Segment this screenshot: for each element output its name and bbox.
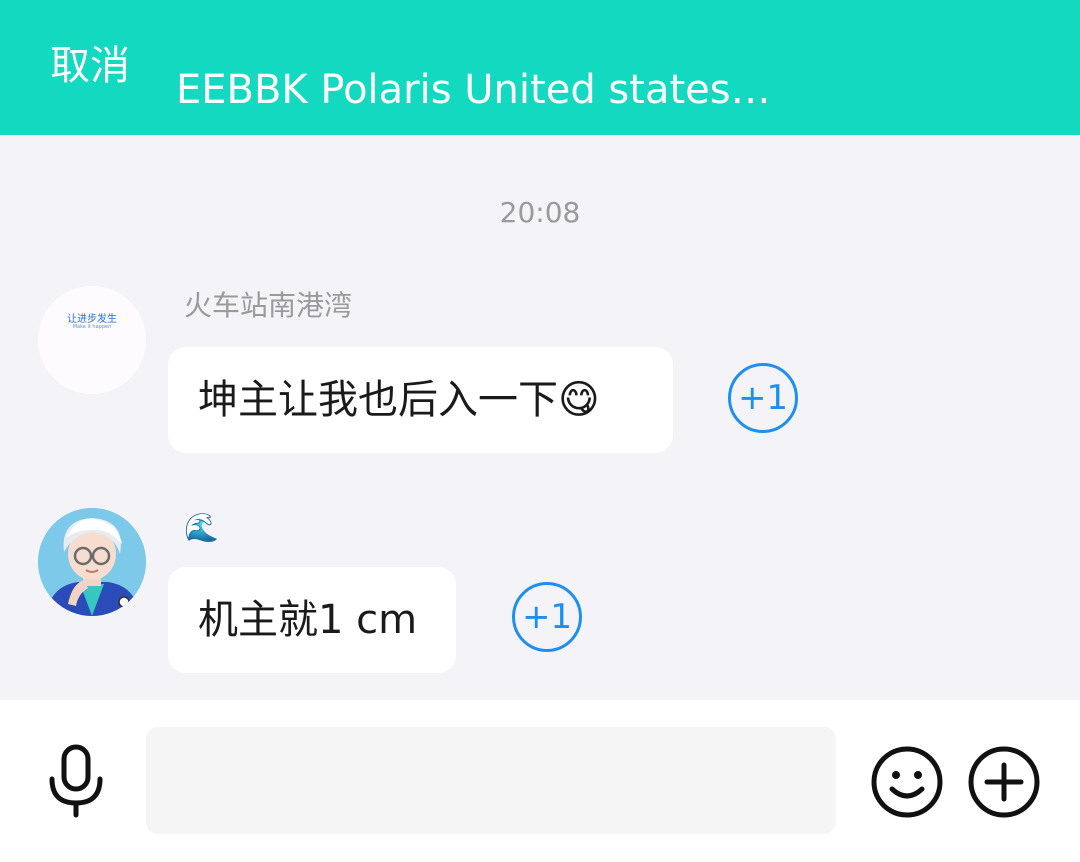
avatar-logo-subtext: Make it happen — [72, 324, 112, 330]
message-bubble[interactable]: 机主就1 cm — [168, 567, 456, 673]
avatar-logo-text: 让进步发生 — [67, 314, 117, 325]
top-bar: 取消 EEBBK Polaris United states… — [0, 0, 1080, 135]
message-timestamp: 20:08 — [499, 196, 581, 229]
smiley-icon[interactable] — [870, 745, 944, 819]
sender-name: 火车站南港湾 — [184, 289, 353, 322]
cartoon-avatar-icon — [38, 508, 146, 616]
chat-title: EEBBK Polaris United states… — [176, 67, 771, 113]
plus-one-button[interactable]: +1 — [512, 582, 582, 652]
message-input[interactable] — [146, 727, 836, 834]
sender-name: 🌊 — [184, 511, 219, 544]
cancel-button[interactable]: 取消 — [50, 40, 130, 92]
microphone-icon[interactable] — [44, 743, 108, 819]
plus-one-button[interactable]: +1 — [728, 363, 798, 433]
plus-circle-icon[interactable] — [967, 745, 1041, 819]
message-bubble[interactable]: 坤主让我也后入一下😋 — [168, 347, 673, 453]
avatar-sender-1[interactable]: 让进步发生 Make it happen — [38, 286, 146, 394]
avatar-sender-2[interactable] — [38, 508, 146, 616]
